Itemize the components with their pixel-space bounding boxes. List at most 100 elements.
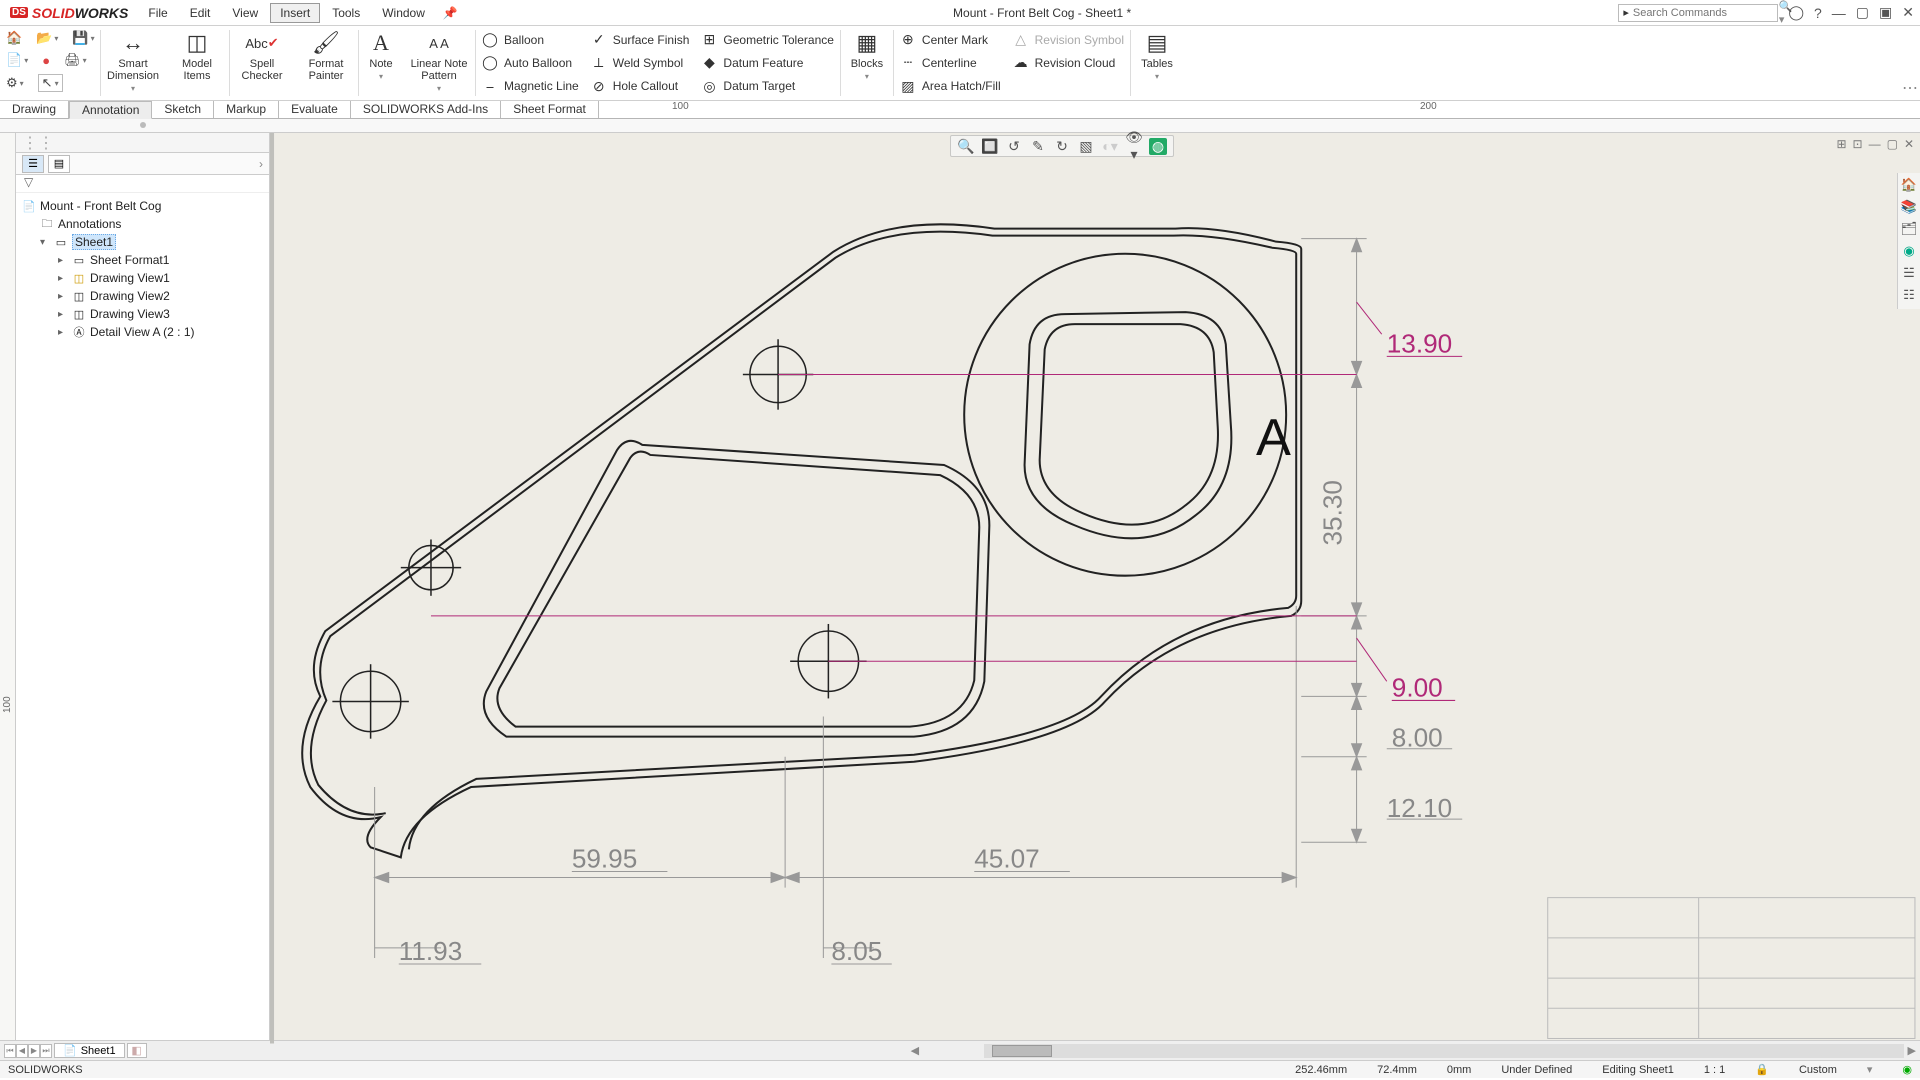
geometric-tolerance-button[interactable]: ⊞Geometric Tolerance [701, 29, 834, 51]
sheet-first-icon[interactable]: ⏮ [4, 1044, 16, 1058]
status-editing: Editing Sheet1 [1602, 1064, 1674, 1076]
menu-file[interactable]: File [138, 3, 177, 23]
tree-item-view1[interactable]: ▸◫Drawing View1 [22, 269, 263, 287]
minimize-icon[interactable]: — [1832, 5, 1846, 21]
datum-target-button[interactable]: ◎Datum Target [701, 75, 834, 97]
menu-insert[interactable]: Insert [270, 3, 320, 23]
open-icon[interactable]: 📂▾ [36, 30, 58, 46]
dim-12-10[interactable]: 12.10 [1387, 793, 1452, 823]
ribbon-overflow-icon[interactable]: ⋯ [1900, 26, 1920, 100]
dim-45-07[interactable]: 45.07 [974, 843, 1039, 873]
property-tab[interactable]: ▤ [48, 155, 70, 173]
weld-symbol-button[interactable]: ⟂Weld Symbol [591, 52, 690, 74]
tab-drawing[interactable]: Drawing [0, 101, 69, 118]
dim-8-05[interactable]: 8.05 [831, 936, 882, 966]
dim-13-90[interactable]: 13.90 [1387, 328, 1452, 358]
quick-access: 🏠 📂▾ 💾▾ 📄▾ ● 🖨▾ ⚙▾ ↖▾ [0, 26, 100, 100]
graphics-view[interactable]: 🔍 🔲 ↺ ✎ ↻ ▧ ◐▾ 👁▾ ◍ ⊞ ⊡ — ▢ ✕ 🏠 📚 🗂 ◉ ☱ … [270, 133, 1920, 1040]
model-items-button[interactable]: ◫Model Items [165, 26, 229, 100]
menu-edit[interactable]: Edit [180, 3, 221, 23]
app-logo: DS SOLIDWORKS [0, 5, 138, 21]
user-icon[interactable]: ◯ [1788, 4, 1804, 21]
dim-8-00[interactable]: 8.00 [1392, 723, 1443, 753]
revision-cloud-button[interactable]: ☁Revision Cloud [1013, 52, 1124, 74]
auto-balloon-button[interactable]: ◯Auto Balloon [482, 52, 579, 74]
detail-label-A[interactable]: A [1256, 409, 1291, 467]
feature-tree-panel: ⋮⋮ ☰ ▤ › ▽ 📄Mount - Front Belt Cog 🗀Anno… [16, 133, 270, 1040]
rebuild-icon[interactable]: ● [42, 53, 50, 68]
hscroll-left-icon[interactable]: ◀ [907, 1044, 923, 1057]
status-lock-icon[interactable]: 🔒 [1755, 1063, 1769, 1076]
status-alert-icon[interactable]: ◉ [1902, 1063, 1912, 1076]
menu-pin-icon[interactable]: 📌 [435, 6, 466, 20]
sheet-last-icon[interactable]: ⏭ [40, 1044, 52, 1058]
balloon-button[interactable]: ◯Balloon [482, 29, 579, 51]
area-hatch-fill-button[interactable]: ▨Area Hatch/Fill [900, 75, 1001, 97]
tab-annotation[interactable]: Annotation [69, 101, 152, 119]
smart-dimension-button[interactable]: ↔Smart Dimension▾ [101, 26, 165, 100]
new-icon[interactable]: 📄▾ [6, 52, 28, 68]
drawing-canvas[interactable]: 13.90 35.30 9.00 8.00 12.10 59.95 45.07 … [270, 133, 1920, 1044]
sheet-prev-icon[interactable]: ◀ [16, 1044, 28, 1058]
feature-tree-tab[interactable]: ☰ [22, 155, 44, 173]
history-bar [0, 119, 1920, 133]
print-icon[interactable]: 🖨▾ [64, 52, 87, 68]
tree-item-detailA[interactable]: ▸ⒶDetail View A (2 : 1) [22, 323, 263, 341]
tree-item-view2[interactable]: ▸◫Drawing View2 [22, 287, 263, 305]
center-mark-button[interactable]: ⊕Center Mark [900, 29, 1001, 51]
close-icon[interactable]: ✕ [1902, 4, 1914, 21]
tree-item-annotations[interactable]: 🗀Annotations [22, 215, 263, 233]
blocks-button[interactable]: ▦Blocks▾ [841, 26, 893, 100]
search-icon: ▸ [1623, 6, 1629, 19]
panel-grip-icon[interactable]: ⋮⋮ [22, 133, 54, 153]
revision-symbol-button: △Revision Symbol [1013, 29, 1124, 51]
tree-item-sheetformat1[interactable]: ▸▭Sheet Format1 [22, 251, 263, 269]
save-icon[interactable]: 💾▾ [72, 30, 94, 46]
left-ruler-mark: 100 [2, 696, 13, 713]
panel-expand-icon[interactable]: › [259, 157, 263, 171]
hscrollbar[interactable] [984, 1044, 1904, 1058]
dim-59-95[interactable]: 59.95 [572, 843, 637, 873]
sheet-tab-sheet1[interactable]: 📄Sheet1 [54, 1043, 125, 1058]
status-bar: SOLIDWORKS 252.46mm 72.4mm 0mm Under Def… [0, 1060, 1920, 1078]
menu-window[interactable]: Window [372, 3, 435, 23]
sheet-add-icon[interactable]: ◧ [127, 1043, 147, 1058]
tree-item-sheet1[interactable]: ▾▭Sheet1 [22, 233, 263, 251]
status-custom[interactable]: Custom [1799, 1064, 1837, 1076]
linear-note-pattern-button[interactable]: A ALinear Note Pattern▾ [403, 26, 475, 100]
dim-9-00[interactable]: 9.00 [1392, 672, 1443, 702]
maximize-icon[interactable]: ▣ [1879, 4, 1892, 21]
search-commands[interactable]: ▸ 🔍▾ [1618, 4, 1778, 22]
tree-root[interactable]: 📄Mount - Front Belt Cog [22, 197, 263, 215]
dim-11-93[interactable]: 11.93 [399, 936, 462, 966]
search-input[interactable] [1633, 7, 1775, 19]
note-button[interactable]: ANote▾ [359, 26, 403, 100]
menu-view[interactable]: View [222, 3, 268, 23]
tree-item-view3[interactable]: ▸◫Drawing View3 [22, 305, 263, 323]
options-icon[interactable]: ⚙▾ [6, 75, 24, 91]
tab-evaluate[interactable]: Evaluate [279, 101, 351, 118]
select-icon[interactable]: ↖▾ [38, 74, 63, 92]
tab-sketch[interactable]: Sketch [152, 101, 214, 118]
sheet-next-icon[interactable]: ▶ [28, 1044, 40, 1058]
top-ruler: 100 200 [400, 101, 1920, 119]
format-painter-button[interactable]: 🖌Format Painter [294, 26, 358, 100]
status-scale[interactable]: 1 : 1 [1704, 1064, 1725, 1076]
centerline-button[interactable]: ┄Centerline [900, 52, 1001, 74]
status-app: SOLIDWORKS [8, 1064, 83, 1076]
menu-bar: File Edit View Insert Tools Window [138, 3, 435, 23]
surface-finish-button[interactable]: ✓Surface Finish [591, 29, 690, 51]
dim-35-30[interactable]: 35.30 [1317, 480, 1347, 545]
tree-filter-icon[interactable]: ▽ [16, 175, 269, 193]
home-icon[interactable]: 🏠 [6, 30, 22, 46]
tab-markup[interactable]: Markup [214, 101, 279, 118]
datum-feature-button[interactable]: ◆Datum Feature [701, 52, 834, 74]
magnetic-line-button[interactable]: ⎯Magnetic Line [482, 75, 579, 97]
spell-checker-button[interactable]: Abc✔Spell Checker [230, 26, 294, 100]
hscroll-right-icon[interactable]: ▶ [1904, 1044, 1920, 1057]
tables-button[interactable]: ▤Tables▾ [1131, 26, 1183, 100]
menu-tools[interactable]: Tools [322, 3, 370, 23]
hole-callout-button[interactable]: ⊘Hole Callout [591, 75, 690, 97]
restore-icon[interactable]: ▢ [1856, 4, 1869, 21]
help-icon[interactable]: ? [1814, 5, 1822, 21]
